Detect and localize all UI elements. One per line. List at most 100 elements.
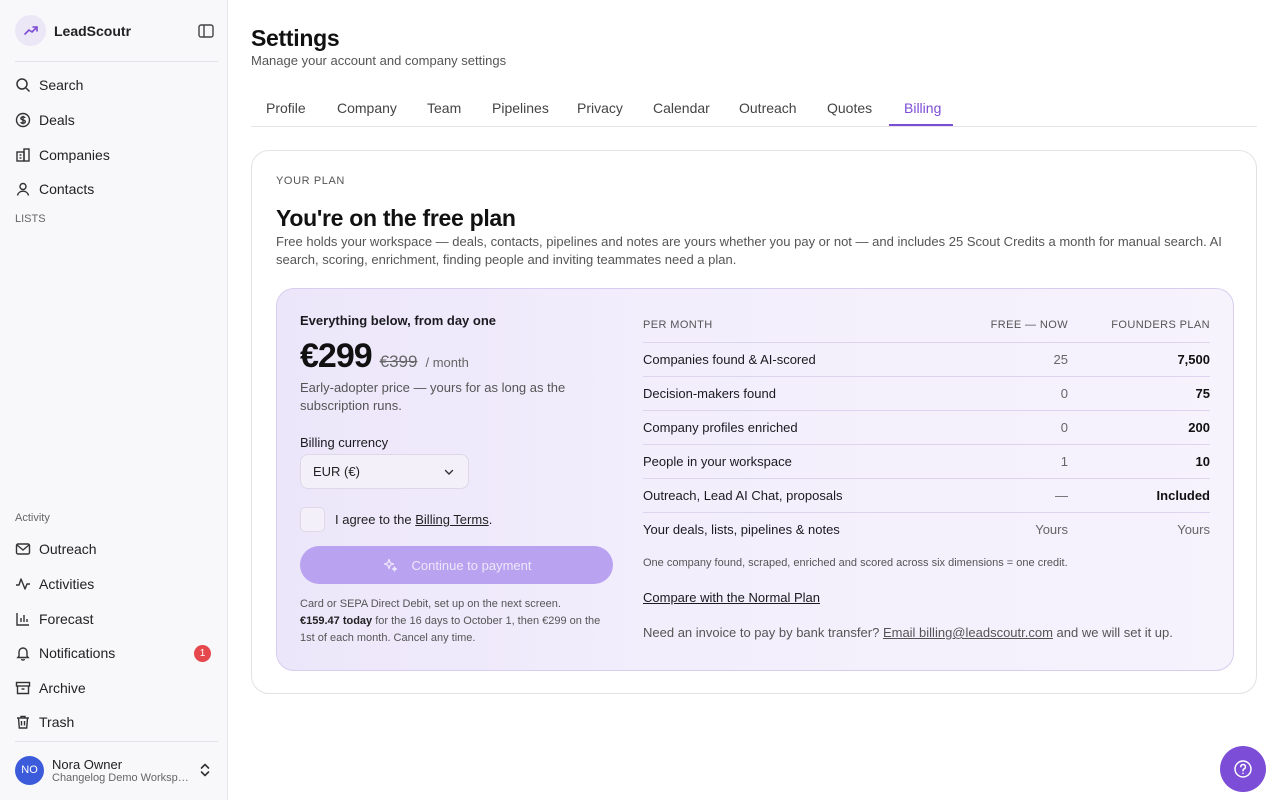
active-tab-indicator — [889, 124, 953, 126]
row-free: 25 — [1053, 352, 1068, 367]
row-free: — — [1055, 488, 1068, 503]
tab-pipelines[interactable]: Pipelines — [492, 100, 549, 116]
tab-calendar[interactable]: Calendar — [653, 100, 710, 116]
help-button[interactable] — [1220, 746, 1266, 792]
table-row: Companies found & AI-scored 25 7,500 — [643, 342, 1210, 376]
row-free: 0 — [1060, 386, 1068, 401]
row-founders: 75 — [1195, 386, 1210, 401]
user-menu[interactable]: NO Nora Owner Changelog Demo Workspace — [15, 754, 215, 786]
agree-prefix: I agree to the — [335, 512, 412, 527]
terms-agreement: I agree to the Billing Terms. — [300, 507, 492, 532]
compare-normal-plan-link[interactable]: Compare with the Normal Plan — [643, 590, 820, 605]
table-row: Decision-makers found 0 75 — [643, 376, 1210, 410]
sidebar-item-outreach[interactable]: Outreach — [15, 535, 218, 563]
bell-icon — [16, 647, 30, 661]
table-row: People in your workspace 1 10 — [643, 444, 1210, 478]
billing-terms-link[interactable]: Billing Terms — [415, 512, 488, 527]
header-per-month: PER MONTH — [643, 319, 713, 331]
tab-billing[interactable]: Billing — [904, 100, 941, 116]
sidebar-item-trash[interactable]: Trash — [15, 708, 218, 736]
page-subtitle: Manage your account and company settings — [251, 53, 507, 68]
row-founders: 200 — [1188, 420, 1210, 435]
sidebar-toggle-icon[interactable] — [197, 22, 215, 40]
row-free: 1 — [1060, 454, 1068, 469]
row-founders: 7,500 — [1177, 352, 1210, 367]
continue-to-payment-button[interactable]: Continue to payment — [300, 546, 613, 584]
pay-button-label: Continue to payment — [411, 557, 532, 573]
table-header: PER MONTH FREE — NOW FOUNDERS PLAN — [643, 319, 1210, 337]
brand[interactable]: LeadScoutr — [15, 15, 131, 46]
sidebar-item-activities[interactable]: Activities — [15, 570, 218, 598]
currency-select[interactable]: EUR (€) — [300, 454, 469, 489]
terms-checkbox[interactable] — [300, 507, 325, 532]
sidebar-item-companies[interactable]: Companies — [15, 141, 218, 169]
brand-name: LeadScoutr — [54, 22, 132, 39]
table-row: Company profiles enriched 0 200 — [643, 410, 1210, 444]
plan-section-label: YOUR PLAN — [276, 175, 345, 187]
sidebar-item-archive[interactable]: Archive — [15, 674, 218, 702]
sidebar-item-label: Outreach — [39, 541, 97, 557]
payment-fine-print: Card or SEPA Direct Debit, set up on the… — [300, 596, 613, 647]
billing-email-link[interactable]: Email billing@leadscoutr.com — [883, 625, 1053, 640]
plan-description: Free holds your workspace — deals, conta… — [276, 234, 1222, 267]
sidebar-item-deals[interactable]: Deals — [15, 106, 218, 134]
row-label: Decision-makers found — [643, 386, 776, 401]
tab-team[interactable]: Team — [427, 100, 461, 116]
sidebar-item-contacts[interactable]: Contacts — [15, 175, 218, 203]
row-founders: 10 — [1195, 454, 1210, 469]
invoice-suffix: and we will set it up. — [1052, 625, 1173, 640]
sidebar-item-forecast[interactable]: Forecast — [15, 605, 218, 633]
row-free: 0 — [1060, 420, 1068, 435]
row-label: Outreach, Lead AI Chat, proposals — [643, 488, 843, 503]
sidebar-item-label: Trash — [39, 714, 75, 730]
price: €299 — [300, 337, 373, 375]
founders-offer-panel: Everything below, from day one €299 €399… — [276, 288, 1234, 671]
tab-company[interactable]: Company — [337, 100, 397, 116]
sidebar: LeadScoutr Search Deals Companies Contac… — [0, 0, 228, 800]
sidebar-item-label: Activities — [39, 576, 95, 592]
table-row: Your deals, lists, pipelines & notes You… — [643, 512, 1210, 546]
row-label: Company profiles enriched — [643, 420, 798, 435]
sparkle-icon — [383, 558, 397, 572]
settings-tabs: Profile Company Team Pipelines Privacy C… — [251, 92, 1257, 127]
bar-chart-icon — [16, 613, 29, 626]
chevron-up-down-icon — [200, 763, 210, 777]
user-name: Nora Owner — [52, 756, 123, 772]
sidebar-item-label: Notifications — [39, 645, 116, 661]
trend-up-icon — [15, 15, 46, 46]
sidebar-item-search[interactable]: Search — [15, 71, 218, 99]
fine-line-1: Card or SEPA Direct Debit, set up on the… — [300, 598, 561, 610]
price-note: Early-adopter price — yours for as long … — [300, 380, 566, 413]
header-founders-plan: FOUNDERS PLAN — [1111, 319, 1210, 331]
mail-icon — [15, 543, 31, 555]
row-free: Yours — [1035, 522, 1068, 537]
avatar: NO — [15, 755, 44, 785]
tab-outreach[interactable]: Outreach — [739, 100, 797, 116]
sidebar-item-label: Search — [39, 77, 84, 93]
sidebar-item-notifications[interactable]: Notifications 1 — [15, 639, 218, 667]
chevron-down-icon — [444, 469, 454, 475]
user-icon — [16, 182, 30, 196]
row-label: Companies found & AI-scored — [643, 352, 816, 367]
help-icon — [1234, 760, 1252, 778]
lists-label: LISTS — [15, 213, 46, 225]
plan-title: You're on the free plan — [276, 205, 516, 231]
table-row: Outreach, Lead AI Chat, proposals — Incl… — [643, 478, 1210, 512]
tab-profile[interactable]: Profile — [266, 100, 306, 116]
building-icon — [16, 148, 30, 162]
row-label: Your deals, lists, pipelines & notes — [643, 522, 840, 537]
sidebar-divider — [15, 741, 218, 742]
plan-card: YOUR PLAN You're on the free plan Free h… — [251, 150, 1257, 694]
price-row: €299 €399 / month — [300, 337, 469, 376]
sidebar-divider — [15, 61, 218, 62]
currency-value: EUR (€) — [313, 464, 360, 479]
price-period: / month — [425, 355, 469, 370]
sidebar-item-label: Contacts — [39, 181, 95, 197]
invoice-prefix: Need an invoice to pay by bank transfer? — [643, 625, 880, 640]
activity-icon — [16, 578, 30, 590]
tab-privacy[interactable]: Privacy — [577, 100, 623, 116]
workspace-name: Changelog Demo Workspace — [52, 771, 190, 784]
tab-quotes[interactable]: Quotes — [827, 100, 872, 116]
notification-badge: 1 — [194, 644, 211, 662]
row-founders: Yours — [1177, 522, 1210, 537]
